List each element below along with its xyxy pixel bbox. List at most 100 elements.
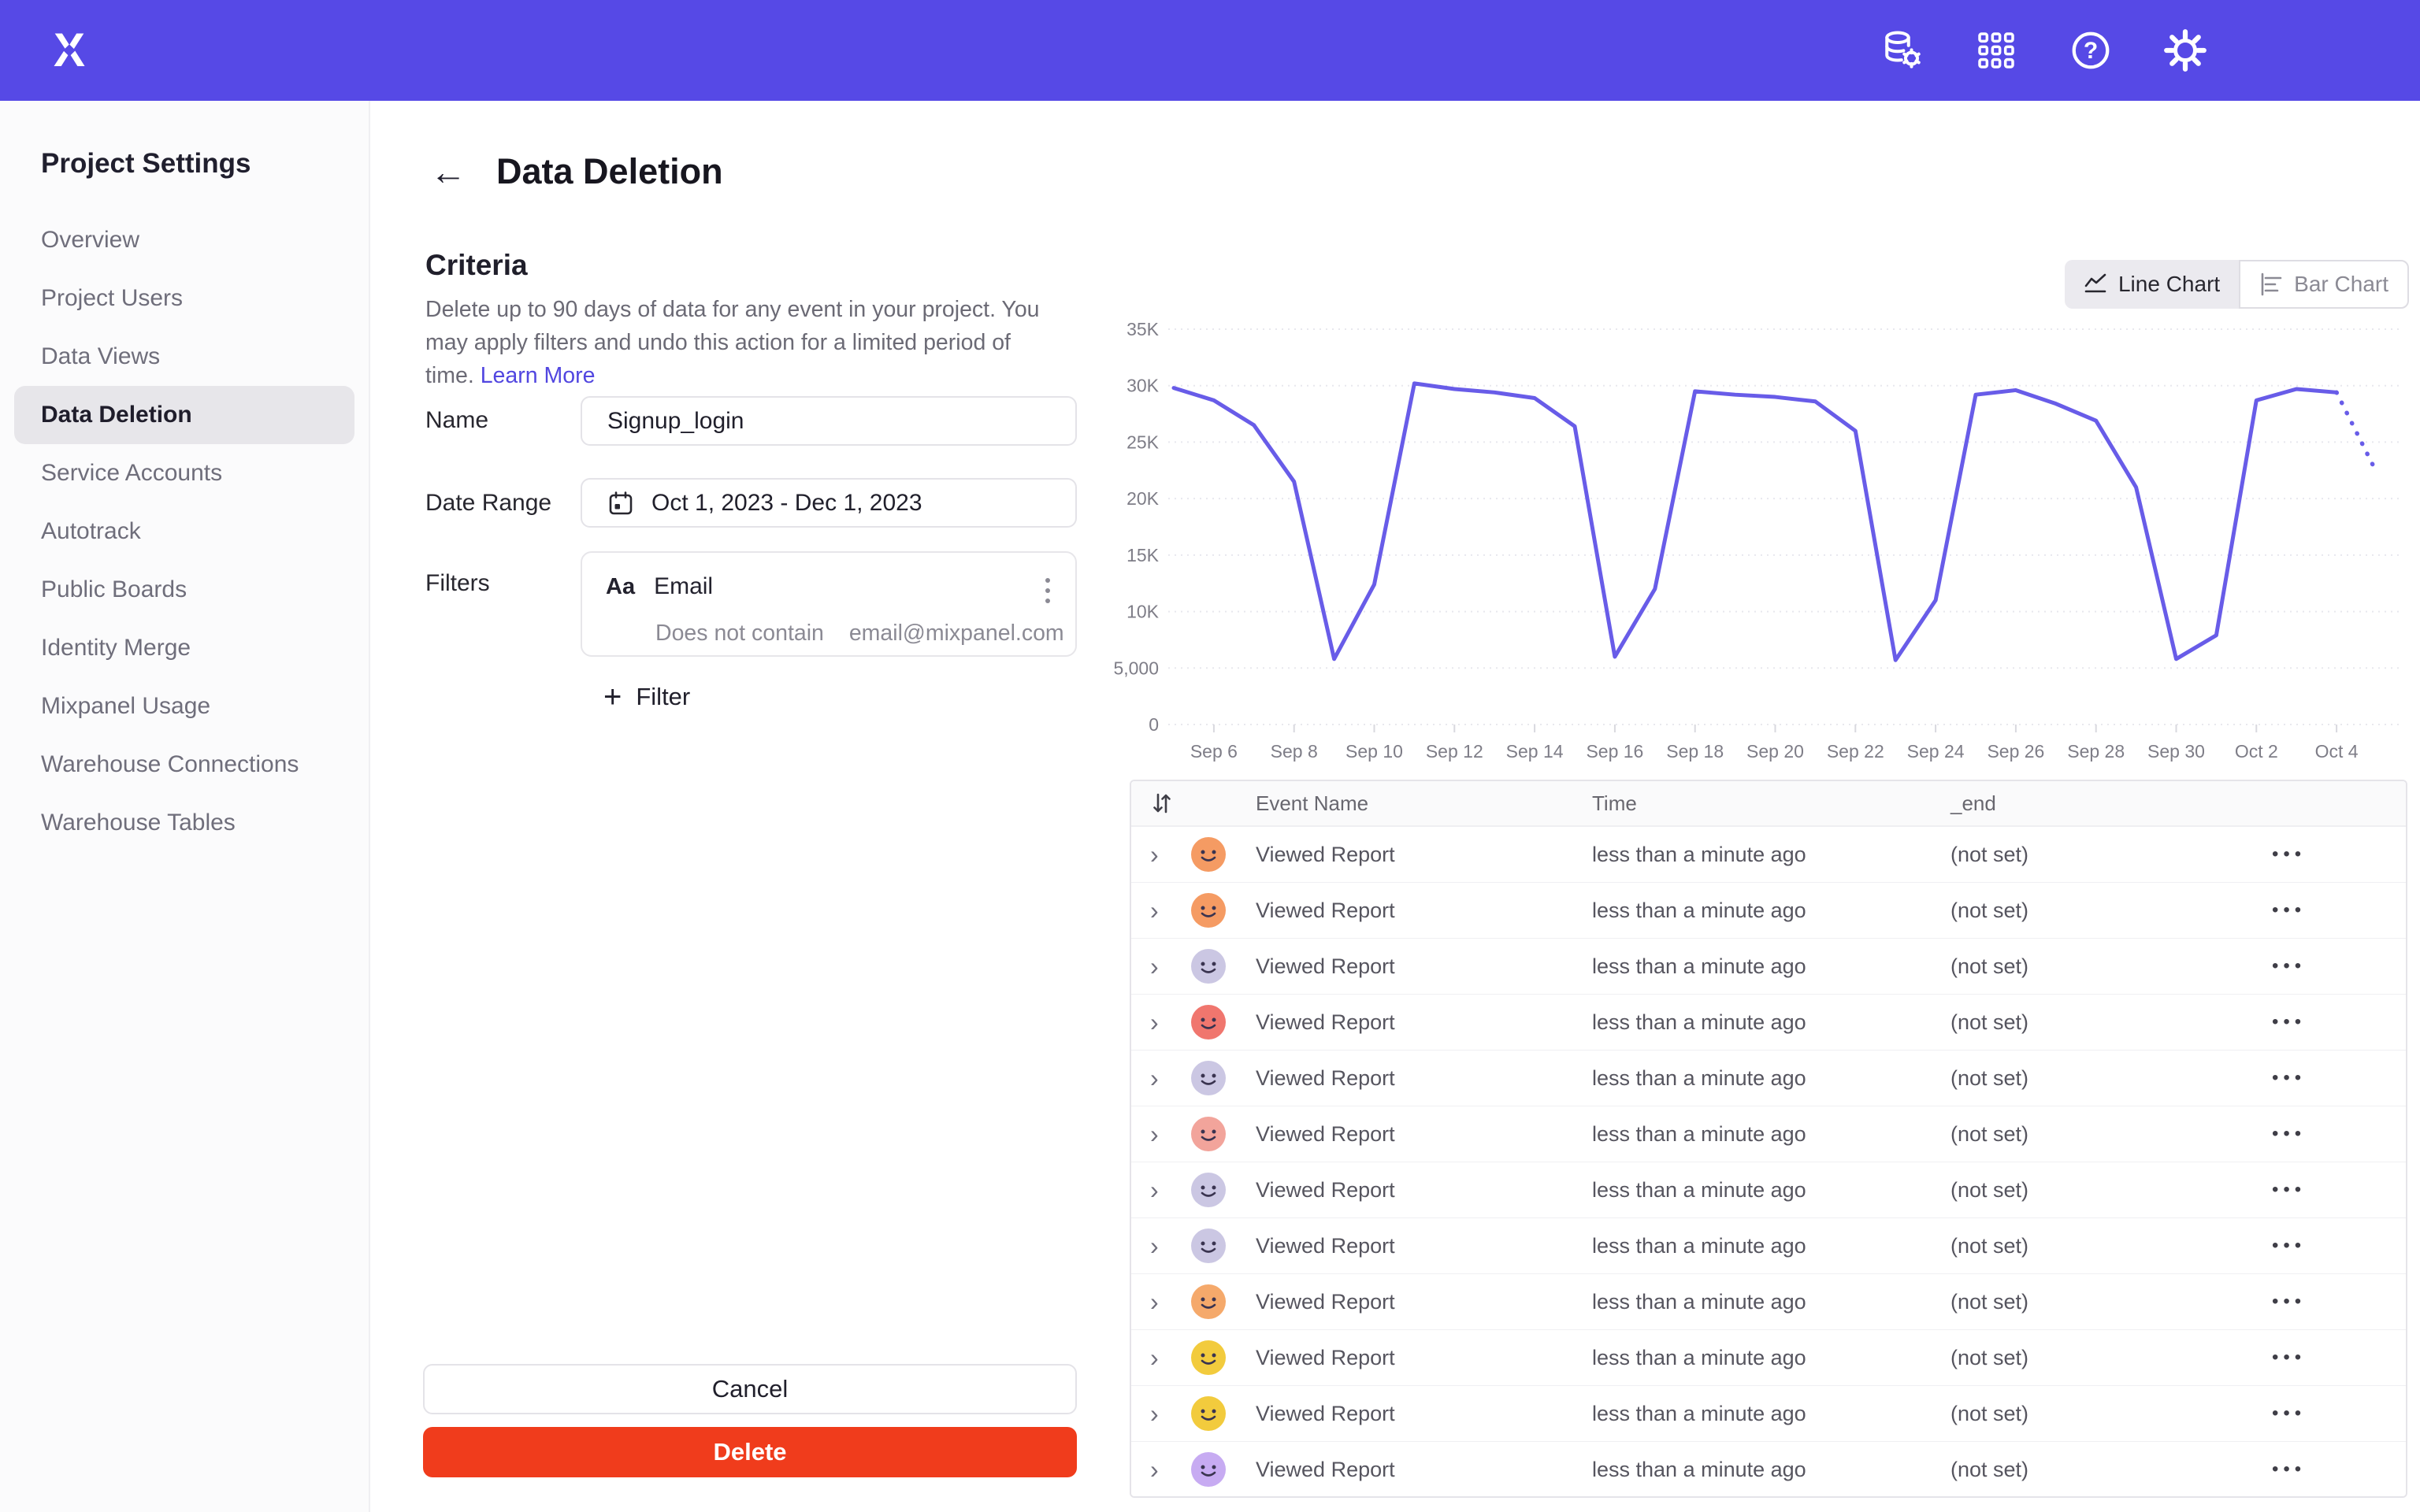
filter-value[interactable]: email@mixpanel.com <box>849 621 1064 646</box>
row-actions-icon[interactable]: ••• <box>2272 1218 2306 1273</box>
table-row[interactable]: › Viewed Report less than a minute ago (… <box>1131 1106 2406 1162</box>
help-icon[interactable]: ? <box>2066 25 2116 76</box>
apps-grid-icon[interactable] <box>1971 25 2021 76</box>
time-cell: less than a minute ago <box>1592 1051 1806 1106</box>
row-actions-icon[interactable]: ••• <box>2272 939 2306 994</box>
row-expand-chevron-icon[interactable]: › <box>1150 1162 1159 1217</box>
table-row[interactable]: › Viewed Report less than a minute ago (… <box>1131 995 2406 1051</box>
sidebar-item-data-deletion[interactable]: Data Deletion <box>14 386 354 444</box>
row-expand-chevron-icon[interactable]: › <box>1150 939 1159 994</box>
line-chart-toggle[interactable]: Line Chart <box>2065 260 2239 309</box>
sidebar-item-mixpanel-usage[interactable]: Mixpanel Usage <box>14 677 354 736</box>
time-cell: less than a minute ago <box>1592 1274 1806 1329</box>
table-body: › Viewed Report less than a minute ago (… <box>1131 827 2406 1498</box>
row-expand-chevron-icon[interactable]: › <box>1150 1051 1159 1106</box>
sidebar-item-autotrack[interactable]: Autotrack <box>14 502 354 561</box>
end-cell: (not set) <box>1950 939 2028 994</box>
projection-line <box>2336 392 2377 472</box>
avatar <box>1191 1284 1226 1319</box>
sidebar-item-data-views[interactable]: Data Views <box>14 328 354 386</box>
date-range-input[interactable]: Oct 1, 2023 - Dec 1, 2023 <box>581 478 1077 528</box>
event-name-cell: Viewed Report <box>1256 1386 1395 1441</box>
row-actions-icon[interactable]: ••• <box>2272 1162 2306 1217</box>
mixpanel-logo[interactable]: X <box>44 25 95 76</box>
back-arrow-icon[interactable]: ← <box>430 154 466 190</box>
time-cell: less than a minute ago <box>1592 995 1806 1050</box>
table-row[interactable]: › Viewed Report less than a minute ago (… <box>1131 1274 2406 1330</box>
event-name-cell: Viewed Report <box>1256 883 1395 938</box>
row-expand-chevron-icon[interactable]: › <box>1150 1442 1159 1497</box>
row-actions-icon[interactable]: ••• <box>2272 1051 2306 1106</box>
svg-text:20K: 20K <box>1126 488 1160 509</box>
avatar <box>1191 1173 1226 1207</box>
data-management-icon[interactable] <box>1876 25 1927 76</box>
date-range-label: Date Range <box>425 490 551 517</box>
row-expand-chevron-icon[interactable]: › <box>1150 883 1159 938</box>
row-expand-chevron-icon[interactable]: › <box>1150 995 1159 1050</box>
row-expand-chevron-icon[interactable]: › <box>1150 1274 1159 1329</box>
svg-text:Sep 30: Sep 30 <box>2147 741 2205 762</box>
row-expand-chevron-icon[interactable]: › <box>1150 1106 1159 1162</box>
row-actions-icon[interactable]: ••• <box>2272 1330 2306 1385</box>
sidebar-item-label: Warehouse Tables <box>41 810 236 836</box>
row-actions-icon[interactable]: ••• <box>2272 827 2306 882</box>
table-row[interactable]: › Viewed Report less than a minute ago (… <box>1131 1442 2406 1498</box>
sidebar-item-project-users[interactable]: Project Users <box>14 269 354 328</box>
svg-text:Oct 4: Oct 4 <box>2315 741 2359 762</box>
sidebar-nav: Overview Project Users Data Views Data D… <box>0 211 369 852</box>
sidebar-item-service-accounts[interactable]: Service Accounts <box>14 444 354 502</box>
row-expand-chevron-icon[interactable]: › <box>1150 827 1159 882</box>
table-row[interactable]: › Viewed Report less than a minute ago (… <box>1131 1330 2406 1386</box>
page-title: Data Deletion <box>496 151 723 192</box>
sidebar-item-warehouse-connections[interactable]: Warehouse Connections <box>14 736 354 794</box>
column-header-event-name[interactable]: Event Name <box>1256 781 1368 825</box>
filter-operator[interactable]: Does not contain <box>655 621 824 646</box>
row-expand-chevron-icon[interactable]: › <box>1150 1386 1159 1441</box>
learn-more-link[interactable]: Learn More <box>481 363 596 388</box>
event-name-cell: Viewed Report <box>1256 1442 1395 1497</box>
row-actions-icon[interactable]: ••• <box>2272 1442 2306 1497</box>
table-row[interactable]: › Viewed Report less than a minute ago (… <box>1131 1386 2406 1442</box>
sidebar-item-identity-merge[interactable]: Identity Merge <box>14 619 354 677</box>
events-line-chart[interactable]: 05,00010K15K20K25K30K35KSep 6Sep 8Sep 10… <box>1099 306 2411 778</box>
sidebar-item-overview[interactable]: Overview <box>14 211 354 269</box>
sidebar-item-warehouse-tables[interactable]: Warehouse Tables <box>14 794 354 852</box>
table-row[interactable]: › Viewed Report less than a minute ago (… <box>1131 883 2406 939</box>
event-name-cell: Viewed Report <box>1256 1106 1395 1162</box>
delete-button[interactable]: Delete <box>423 1427 1077 1477</box>
avatar <box>1191 837 1226 872</box>
end-cell: (not set) <box>1950 1274 2028 1329</box>
row-expand-chevron-icon[interactable]: › <box>1150 1218 1159 1273</box>
filters-label: Filters <box>425 570 490 597</box>
filter-card[interactable]: Aa Email Does not contain email@mixpanel… <box>581 551 1077 657</box>
sort-rows-icon[interactable] <box>1152 791 1172 817</box>
bar-chart-toggle[interactable]: Bar Chart <box>2239 260 2409 309</box>
add-filter-button[interactable]: + Filter <box>599 680 695 713</box>
settings-gear-icon[interactable] <box>2160 25 2210 76</box>
table-row[interactable]: › Viewed Report less than a minute ago (… <box>1131 1162 2406 1218</box>
avatar <box>1191 1061 1226 1095</box>
table-row[interactable]: › Viewed Report less than a minute ago (… <box>1131 1218 2406 1274</box>
event-name-cell: Viewed Report <box>1256 1218 1395 1273</box>
svg-text:Sep 22: Sep 22 <box>1827 741 1884 762</box>
filter-kebab-menu-icon[interactable] <box>1039 572 1056 610</box>
table-row[interactable]: › Viewed Report less than a minute ago (… <box>1131 939 2406 995</box>
row-actions-icon[interactable]: ••• <box>2272 1274 2306 1329</box>
row-actions-icon[interactable]: ••• <box>2272 995 2306 1050</box>
row-actions-icon[interactable]: ••• <box>2272 1386 2306 1441</box>
text-property-icon: Aa <box>606 574 635 600</box>
table-row[interactable]: › Viewed Report less than a minute ago (… <box>1131 1051 2406 1106</box>
sidebar-item-public-boards[interactable]: Public Boards <box>14 561 354 619</box>
svg-text:0: 0 <box>1149 714 1159 735</box>
name-input[interactable] <box>581 396 1077 446</box>
table-row[interactable]: › Viewed Report less than a minute ago (… <box>1131 827 2406 883</box>
cancel-button[interactable]: Cancel <box>423 1364 1077 1414</box>
svg-text:Oct 2: Oct 2 <box>2235 741 2278 762</box>
svg-text:15K: 15K <box>1126 545 1160 565</box>
row-actions-icon[interactable]: ••• <box>2272 883 2306 938</box>
row-expand-chevron-icon[interactable]: › <box>1150 1330 1159 1385</box>
row-actions-icon[interactable]: ••• <box>2272 1106 2306 1162</box>
column-header-end[interactable]: _end <box>1950 781 1996 825</box>
column-header-time[interactable]: Time <box>1592 781 1637 825</box>
end-cell: (not set) <box>1950 1330 2028 1385</box>
